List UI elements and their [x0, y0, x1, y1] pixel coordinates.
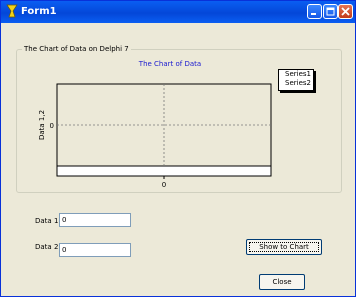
groupbox-caption: The Chart of Data on Delphi 7 [22, 44, 131, 54]
chart-title: The Chart of Data [138, 60, 202, 68]
legend-series-1: Series1 [285, 70, 311, 78]
data2-field[interactable] [59, 243, 131, 257]
chart-legend: Series1 Series2 [278, 69, 314, 91]
minimize-button[interactable] [307, 4, 322, 19]
data2-label: Data 2 [35, 243, 59, 251]
data1-label: Data 1 [35, 217, 59, 225]
form1-window: Form1 The Chart of Data on Delphi 7 The … [0, 0, 356, 297]
show-to-chart-button[interactable]: Show to Chart [246, 239, 322, 255]
y-tick-label: 0 [50, 122, 54, 130]
maximize-button[interactable] [323, 4, 338, 19]
window-title: Form1 [21, 6, 57, 17]
data1-field[interactable] [59, 213, 131, 227]
close-icon [341, 7, 350, 16]
delphi-app-icon[interactable] [5, 4, 19, 18]
minimize-icon [311, 13, 316, 15]
close-button[interactable]: Close [259, 274, 305, 290]
title-bar[interactable]: Form1 [1, 1, 355, 23]
legend-series-2: Series2 [285, 79, 311, 87]
plot-floor [56, 165, 272, 177]
maximize-icon [326, 7, 335, 16]
chart-plot: 0 0 Data 1,2 [38, 83, 272, 189]
x-tick-label: 0 [162, 181, 166, 189]
y-axis-label: Data 1,2 [38, 110, 46, 140]
close-window-button[interactable] [338, 4, 353, 19]
